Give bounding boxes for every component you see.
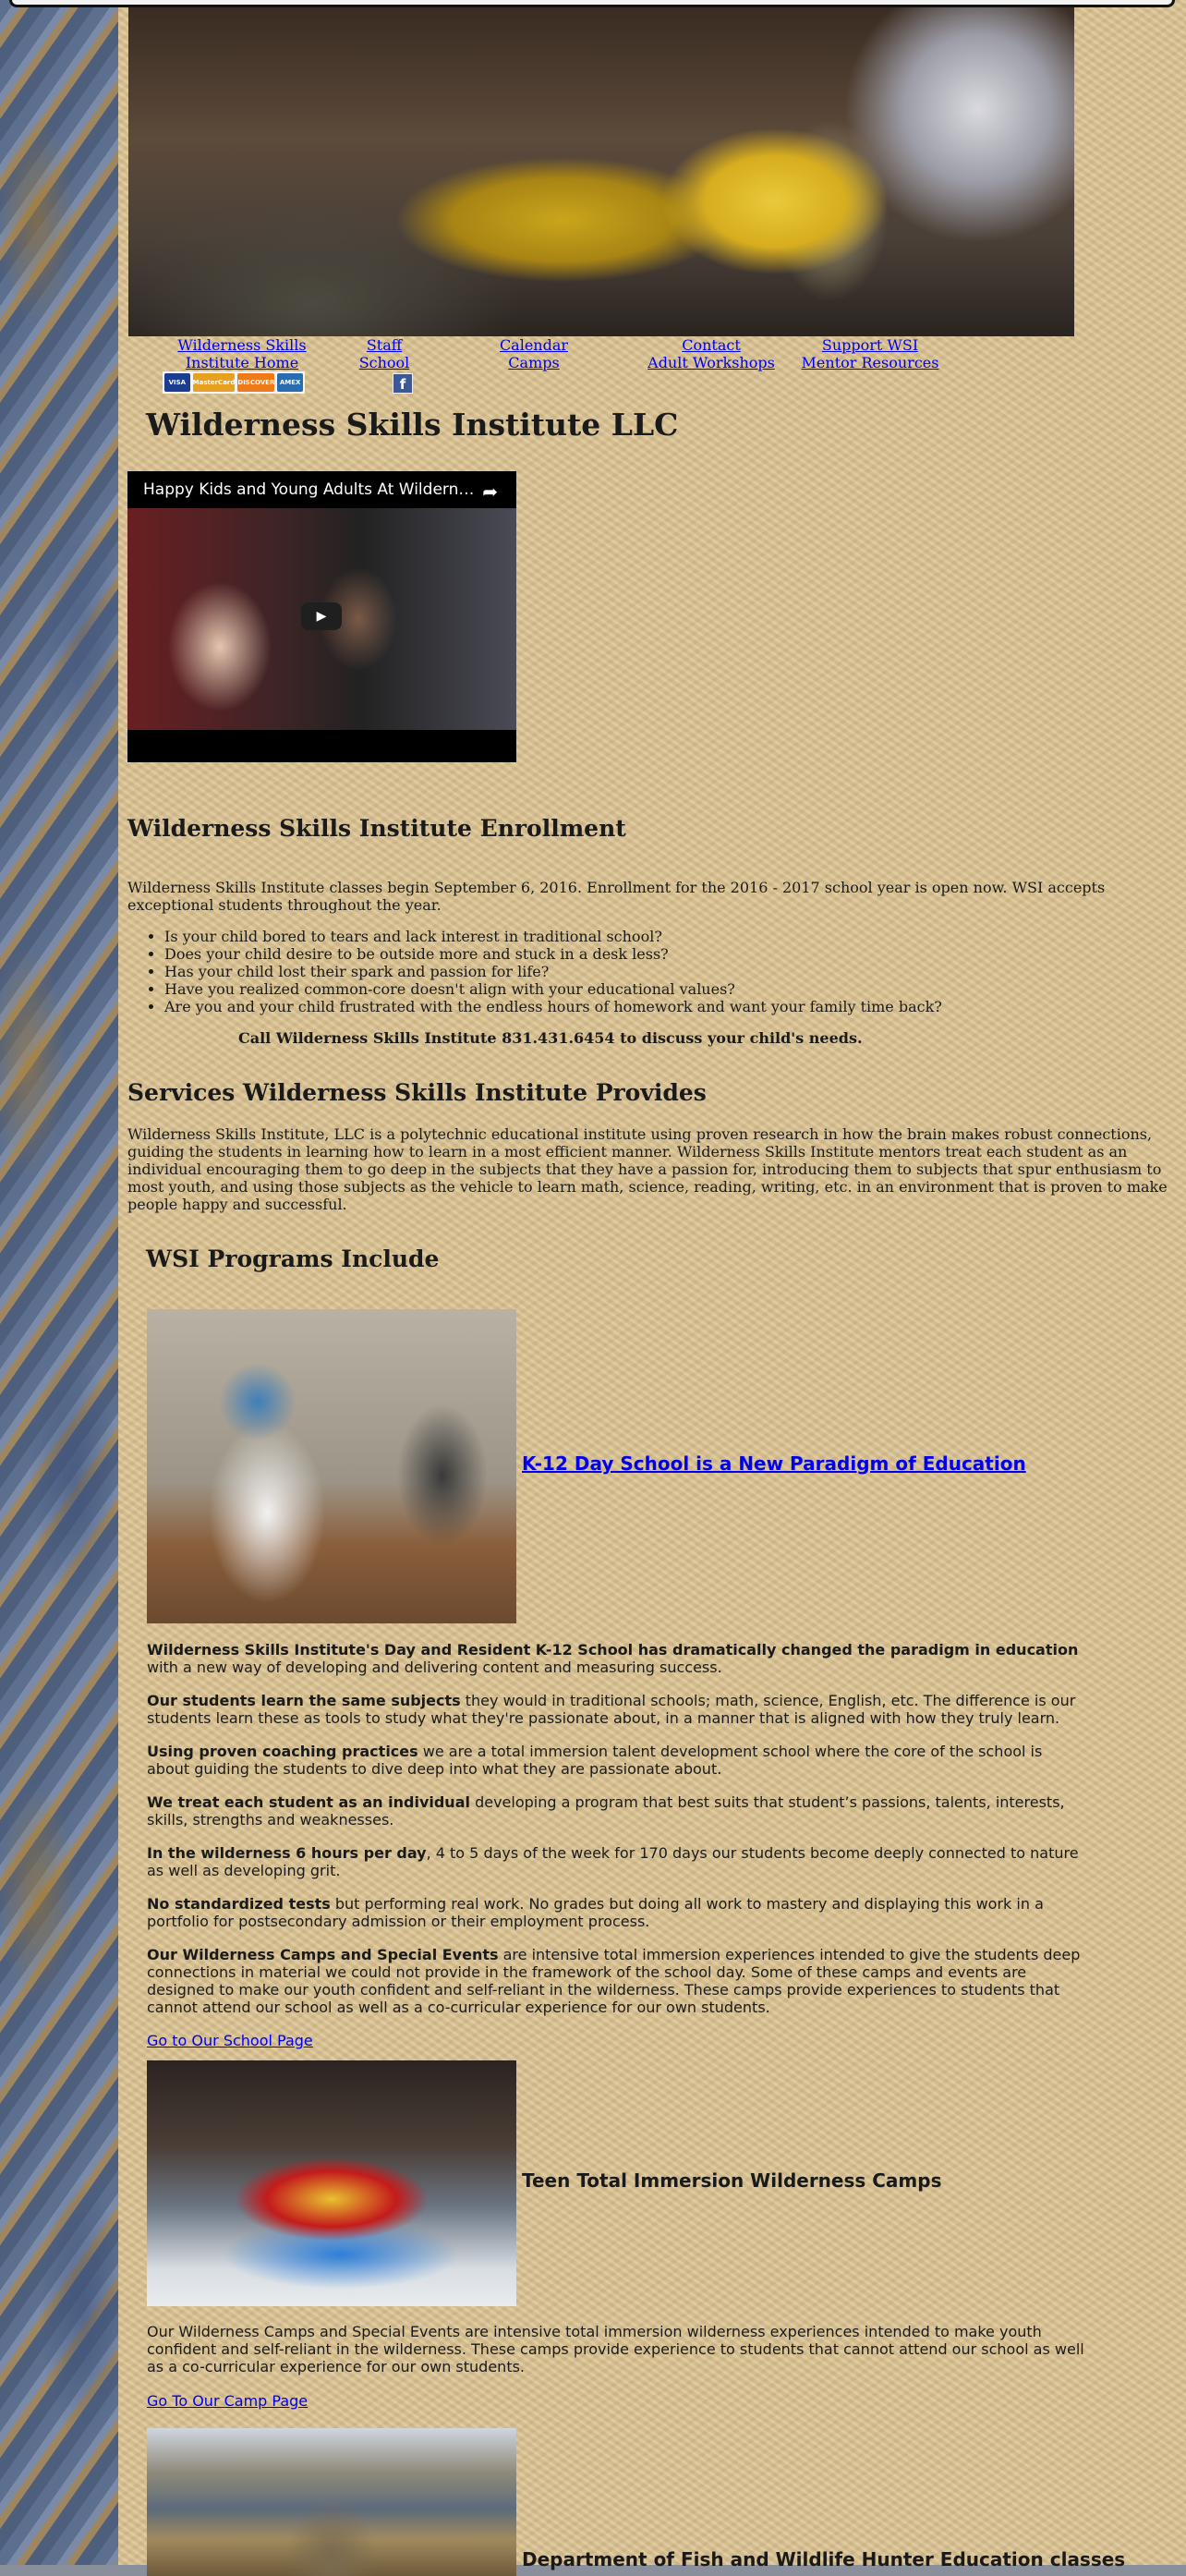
hunter-education-heading: Department of Fish and Wildlife Hunter E… — [522, 2548, 1126, 2570]
school-page-link[interactable]: Go to Our School Page — [147, 2032, 313, 2049]
nav-link-support-mentor[interactable]: Support WSI Mentor Resources — [794, 336, 946, 371]
video-title[interactable]: Happy Kids and Young Adults At Wildernes… — [143, 480, 476, 499]
call-to-action: Call Wilderness Skills Institute 831.431… — [238, 1029, 863, 1047]
k12-school-link[interactable]: K-12 Day School is a New Paradigm of Edu… — [522, 1452, 1026, 1475]
program-paragraph: Using proven coaching practices we are a… — [147, 1743, 1043, 1778]
browser-top-bar — [9, 0, 1175, 7]
list-item: Are you and your child frustrated with t… — [164, 998, 1180, 1015]
nav-link-calendar-camps[interactable]: Calendar Camps — [480, 336, 587, 371]
enrollment-intro: Wilderness Skills Institute classes begi… — [127, 879, 1106, 914]
program-paragraph: Our students learn the same subjects the… — [147, 1692, 1076, 1727]
decorative-leaf-background — [0, 0, 118, 2565]
program-paragraph: In the wilderness 6 hours per day, 4 to … — [147, 1844, 1079, 1879]
camps-body: Our Wilderness Camps and Special Events … — [147, 2323, 1084, 2376]
program-paragraph: No standardized tests but performing rea… — [147, 1895, 1044, 1930]
program-paragraph: Our Wilderness Camps and Special Events … — [147, 1946, 1081, 2016]
hunters-photo — [147, 2428, 516, 2576]
play-button[interactable]: ▶ — [301, 602, 342, 630]
camps-heading: Teen Total Immersion Wilderness Camps — [522, 2169, 942, 2192]
facebook-icon[interactable]: f — [393, 373, 413, 394]
list-item: Have you realized common-core doesn't al… — [164, 980, 1180, 998]
mastercard-icon: MasterCard — [192, 373, 236, 392]
list-item: Has your child lost their spark and pass… — [164, 963, 1180, 980]
rafting-photo — [147, 2060, 516, 2306]
hero-banana-slug-image — [128, 7, 1074, 336]
list-item: Is your child bored to tears and lack in… — [164, 928, 1180, 945]
discover-icon: DISCOVER — [237, 373, 275, 392]
program-paragraph: Wilderness Skills Institute's Day and Re… — [147, 1641, 1079, 1676]
page-title: Wilderness Skills Institute LLC — [146, 407, 679, 443]
youtube-video-embed[interactable]: Happy Kids and Young Adults At Wildernes… — [127, 471, 516, 762]
enrollment-heading: Wilderness Skills Institute Enrollment — [127, 815, 626, 842]
list-item: Does your child desire to be outside mor… — [164, 945, 1180, 963]
nav-link-home[interactable]: Wilderness Skills Institute Home — [166, 336, 318, 371]
camp-page-link[interactable]: Go To Our Camp Page — [147, 2392, 308, 2410]
services-heading: Services Wilderness Skills Institute Pro… — [127, 1079, 707, 1106]
share-icon[interactable]: ➦ — [482, 480, 498, 503]
nav-link-staff-school[interactable]: Staff School — [327, 336, 442, 371]
programs-heading: WSI Programs Include — [146, 1245, 440, 1272]
k12-description: Wilderness Skills Institute's Day and Re… — [147, 1641, 1089, 2049]
payment-cards-logo: VISA MasterCard DISCOVER AMEX — [163, 371, 305, 394]
k12-students-photo — [147, 1309, 516, 1623]
nav-link-contact-workshops[interactable]: Contact Adult Workshops — [635, 336, 787, 371]
amex-icon: AMEX — [277, 373, 303, 392]
enrollment-question-list: Is your child bored to tears and lack in… — [127, 928, 1180, 1015]
program-paragraph: We treat each student as an individual d… — [147, 1793, 1065, 1829]
school-page-link-wrap: Go to Our School Page — [147, 2032, 1089, 2049]
services-body: Wilderness Skills Institute, LLC is a po… — [127, 1125, 1168, 1213]
visa-icon: VISA — [164, 373, 190, 392]
